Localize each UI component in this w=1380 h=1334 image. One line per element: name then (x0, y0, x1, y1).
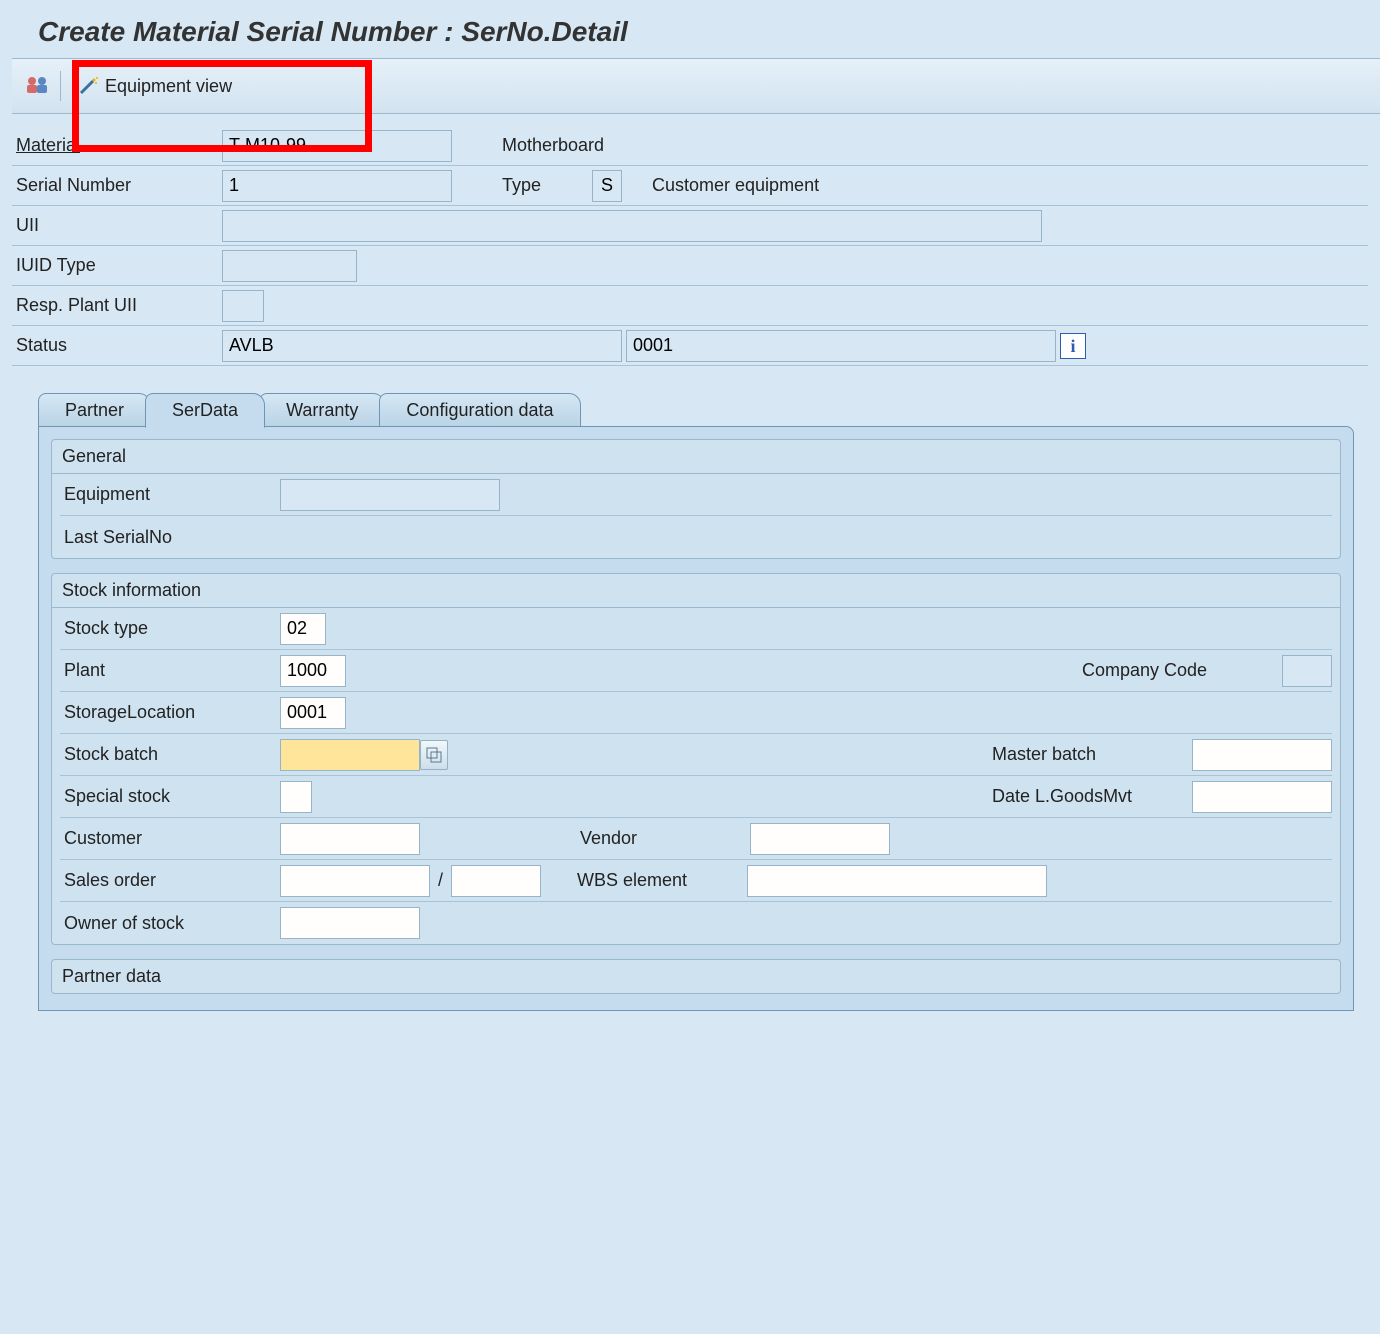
toolbar-separator (60, 71, 61, 101)
customer-label: Customer (60, 828, 280, 849)
serial-number-field[interactable] (222, 170, 452, 202)
storage-location-label: StorageLocation (60, 702, 280, 723)
master-batch-label: Master batch (992, 744, 1192, 765)
resp-plant-uii-field[interactable] (222, 290, 264, 322)
status-label: Status (12, 335, 222, 356)
sales-order-item-field[interactable] (451, 865, 541, 897)
resp-plant-uii-label: Resp. Plant UII (12, 295, 222, 316)
owner-of-stock-field[interactable] (280, 907, 420, 939)
equipment-label: Equipment (60, 484, 280, 505)
special-stock-label: Special stock (60, 786, 280, 807)
type-description: Customer equipment (642, 175, 819, 196)
value-help-button[interactable] (420, 740, 448, 770)
tabstrip: Partner SerData Warranty Configuration d… (38, 392, 1354, 1011)
tab-partner[interactable]: Partner (38, 393, 151, 428)
vendor-field[interactable] (750, 823, 890, 855)
equipment-field[interactable] (280, 479, 500, 511)
value-help-icon (425, 746, 443, 764)
page-title: Create Material Serial Number : SerNo.De… (38, 16, 1380, 48)
status-code-field[interactable] (626, 330, 1056, 362)
company-code-field[interactable] (1282, 655, 1332, 687)
iuid-type-label: IUID Type (12, 255, 222, 276)
plant-label: Plant (60, 660, 280, 681)
material-label: Material (12, 135, 222, 156)
storage-location-field[interactable] (280, 697, 346, 729)
general-title: General (52, 440, 1340, 474)
status-field[interactable] (222, 330, 622, 362)
type-field[interactable] (592, 170, 622, 202)
sales-order-label: Sales order (60, 870, 280, 891)
type-label: Type (492, 175, 592, 196)
wand-icon (77, 75, 99, 97)
uii-label: UII (12, 215, 222, 236)
header-block: Material Motherboard Serial Number Type … (12, 114, 1380, 378)
equipment-view-label: Equipment view (105, 76, 232, 97)
tab-serdata[interactable]: SerData (145, 393, 265, 428)
vendor-label: Vendor (580, 828, 750, 849)
special-stock-field[interactable] (280, 781, 312, 813)
stock-batch-field[interactable] (280, 739, 420, 771)
partners-icon[interactable] (24, 75, 52, 97)
company-code-label: Company Code (1082, 660, 1282, 681)
last-serialno-label: Last SerialNo (60, 527, 280, 548)
plant-field[interactable] (280, 655, 346, 687)
equipment-view-button[interactable]: Equipment view (69, 71, 240, 101)
sales-order-slash: / (430, 870, 451, 891)
sales-order-field[interactable] (280, 865, 430, 897)
partner-data-title: Partner data (52, 960, 1340, 993)
tab-configuration-data[interactable]: Configuration data (379, 393, 580, 428)
partner-data-groupbox: Partner data (51, 959, 1341, 994)
wbs-element-label: WBS element (577, 870, 747, 891)
stock-information-groupbox: Stock information Stock type Plant Compa… (51, 573, 1341, 945)
serial-number-label: Serial Number (12, 175, 222, 196)
tab-warranty[interactable]: Warranty (259, 393, 385, 428)
material-description: Motherboard (492, 135, 604, 156)
general-groupbox: General Equipment Last SerialNo (51, 439, 1341, 559)
wbs-element-field[interactable] (747, 865, 1047, 897)
tab-body: General Equipment Last SerialNo Stock in… (38, 426, 1354, 1011)
stock-batch-label: Stock batch (60, 744, 280, 765)
date-goodsmvt-field[interactable] (1192, 781, 1332, 813)
customer-field[interactable] (280, 823, 420, 855)
iuid-type-field[interactable] (222, 250, 357, 282)
stock-type-field[interactable] (280, 613, 326, 645)
stock-information-title: Stock information (52, 574, 1340, 608)
toolbar: Equipment view (12, 58, 1380, 114)
stock-type-label: Stock type (60, 618, 280, 639)
uii-field[interactable] (222, 210, 1042, 242)
date-goodsmvt-label: Date L.GoodsMvt (992, 786, 1192, 807)
material-field[interactable] (222, 130, 452, 162)
info-icon[interactable]: i (1060, 333, 1086, 359)
master-batch-field[interactable] (1192, 739, 1332, 771)
owner-of-stock-label: Owner of stock (60, 913, 280, 934)
